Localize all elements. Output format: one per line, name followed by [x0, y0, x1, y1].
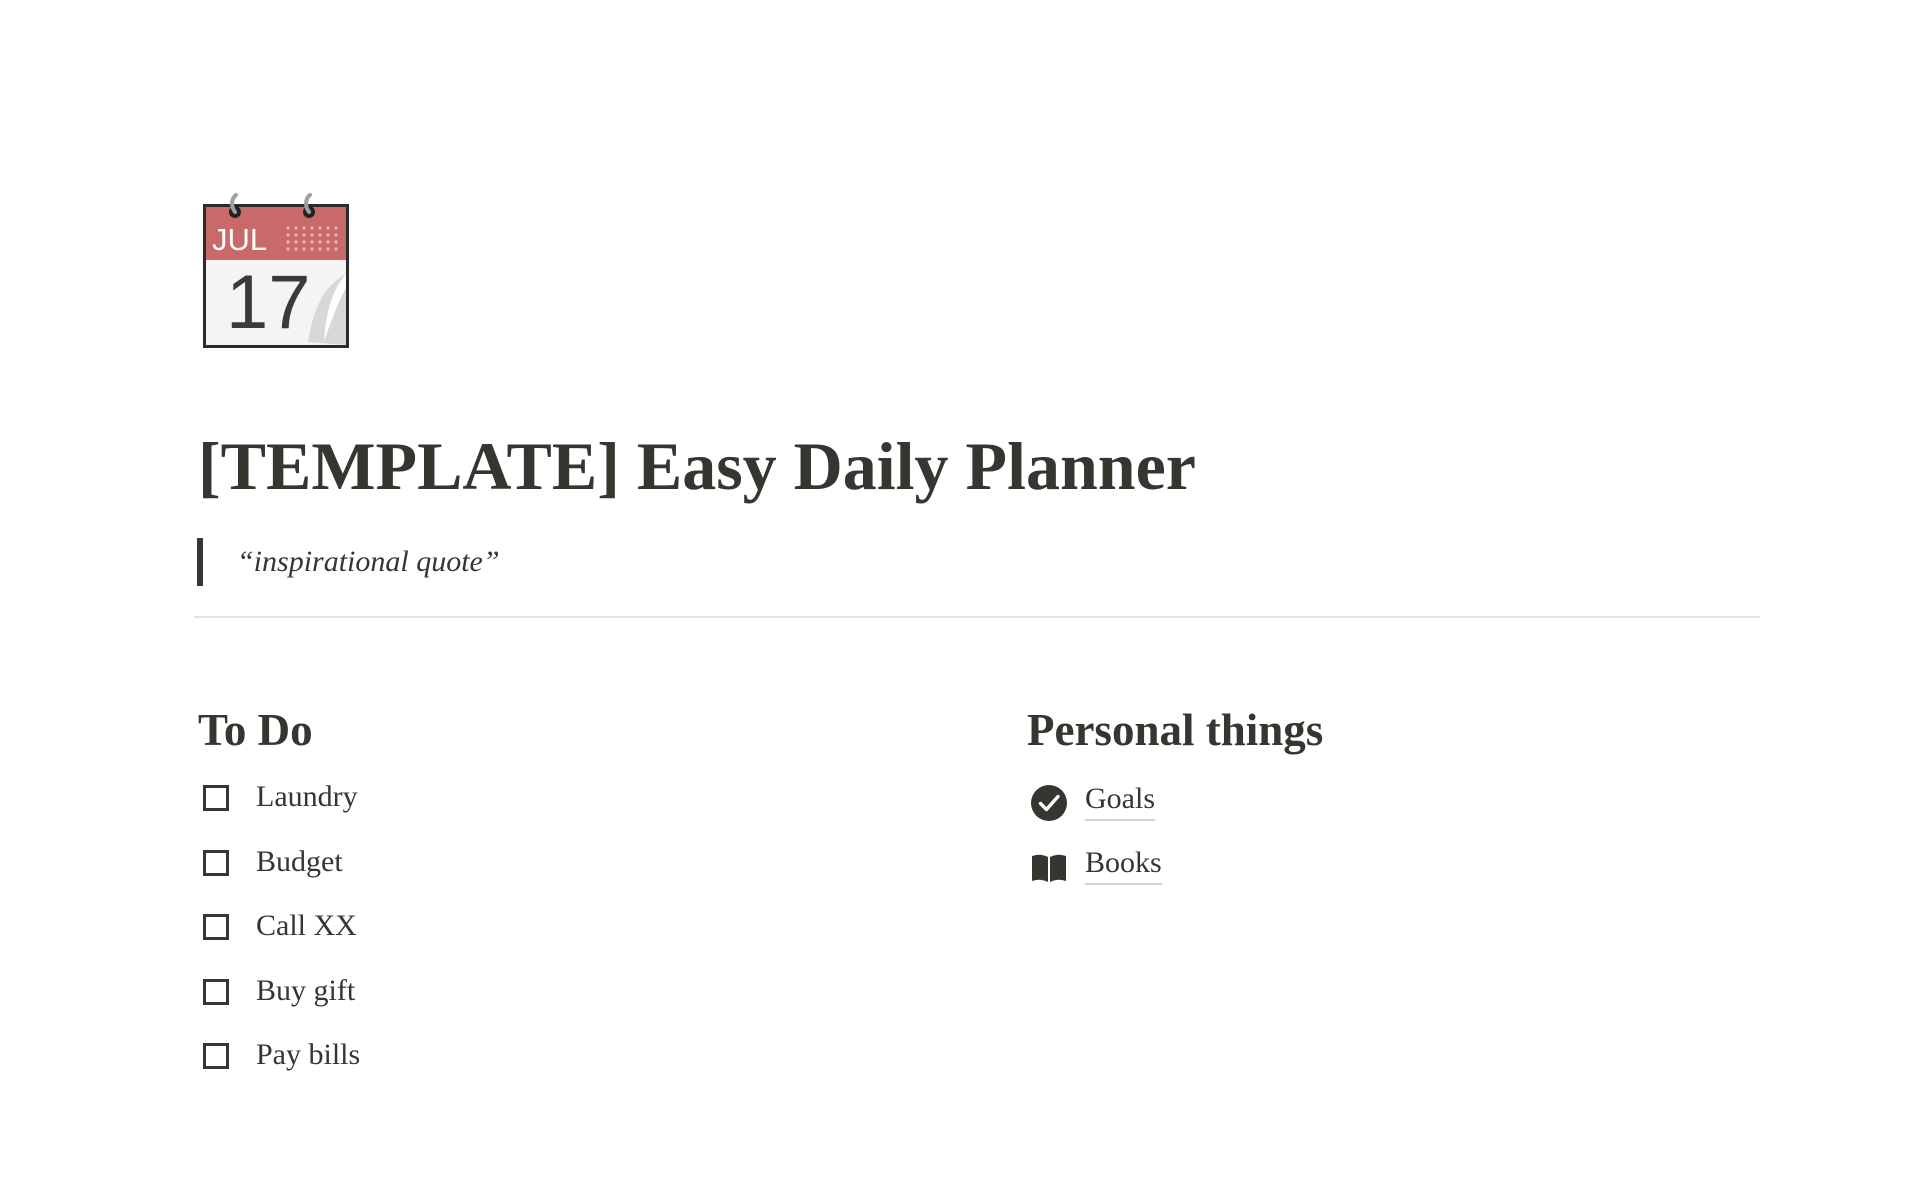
todo-checkbox[interactable]	[203, 849, 229, 876]
quote-text[interactable]: “inspirational quote”	[237, 545, 500, 579]
todo-item: Buy gift	[203, 973, 360, 1040]
open-book-icon	[1032, 854, 1066, 882]
todo-list: Laundry Budget Call XX Buy gift Pay bill…	[203, 779, 360, 1104]
todo-heading[interactable]: To Do	[198, 700, 313, 760]
todo-checkbox[interactable]	[203, 914, 229, 940]
goals-link-label[interactable]: Goals	[1085, 781, 1155, 821]
todo-label[interactable]: Call XX	[256, 908, 357, 944]
calendar-icon[interactable]: JUL 17	[196, 192, 356, 352]
goals-page-link[interactable]: Goals	[1030, 781, 1162, 847]
divider	[194, 616, 1760, 618]
todo-item: Call XX	[203, 908, 360, 975]
todo-label[interactable]: Pay bills	[256, 1037, 360, 1073]
quote-block: “inspirational quote”	[197, 538, 500, 586]
page-title[interactable]: [TEMPLATE] Easy Daily Planner	[198, 418, 1196, 514]
todo-item: Budget	[203, 844, 360, 911]
check-circle-icon	[1031, 785, 1067, 821]
todo-label[interactable]: Laundry	[256, 779, 358, 815]
calendar-day-label: 17	[226, 260, 311, 345]
todo-item: Laundry	[203, 779, 360, 846]
books-page-link[interactable]: Books	[1030, 845, 1162, 911]
books-link-label[interactable]: Books	[1085, 845, 1162, 885]
todo-checkbox[interactable]	[203, 785, 229, 811]
todo-item: Pay bills	[203, 1037, 360, 1104]
personal-links-list: Goals Books	[1030, 781, 1162, 911]
todo-label[interactable]: Buy gift	[256, 973, 355, 1009]
todo-checkbox[interactable]	[203, 1043, 229, 1069]
planner-page: JUL 17 [TEMPLATE] Easy Daily Planner “in…	[0, 0, 1920, 1200]
calendar-icon-graphic: JUL 17	[203, 193, 349, 348]
calendar-month-label: JUL	[212, 222, 267, 257]
todo-label[interactable]: Budget	[256, 844, 343, 880]
personal-heading[interactable]: Personal things	[1027, 700, 1323, 760]
todo-checkbox[interactable]	[203, 978, 229, 1005]
